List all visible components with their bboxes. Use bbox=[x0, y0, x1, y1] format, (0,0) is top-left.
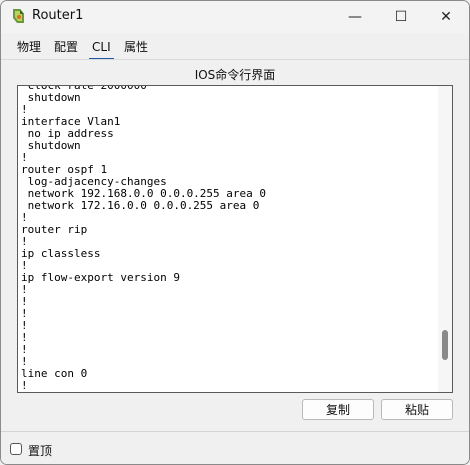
router-window: Router1 — ☐ ✕ 物理 配置 CLI 属性 IOS命令行界面 cloc… bbox=[0, 0, 470, 465]
terminal-line: ! bbox=[21, 283, 28, 296]
router-app-icon bbox=[13, 9, 24, 23]
tab-physical[interactable]: 物理 bbox=[17, 40, 41, 58]
terminal-line: ! bbox=[21, 307, 28, 320]
terminal-line: ! bbox=[21, 343, 28, 356]
terminal-line: ! bbox=[21, 295, 28, 308]
minimize-icon: — bbox=[348, 9, 362, 25]
vertical-scrollbar[interactable] bbox=[438, 86, 452, 392]
title-bar[interactable]: Router1 — ☐ ✕ bbox=[1, 1, 469, 33]
terminal-line: router rip bbox=[21, 223, 88, 236]
close-icon: ✕ bbox=[440, 9, 452, 25]
tab-bar: 物理 配置 CLI 属性 bbox=[1, 37, 469, 60]
footer-bar: 置顶 bbox=[1, 431, 469, 464]
copy-button[interactable]: 复制 bbox=[302, 399, 374, 420]
terminal-text: clock rate 2000000 shutdown! interface Vl… bbox=[21, 86, 266, 392]
close-button[interactable]: ✕ bbox=[423, 1, 469, 33]
paste-button[interactable]: 粘贴 bbox=[381, 399, 453, 420]
terminal-line: ip flow-export version 9 bbox=[21, 271, 180, 284]
tab-cli[interactable]: CLI bbox=[89, 40, 114, 60]
window-title: Router1 bbox=[32, 8, 84, 23]
terminal-line: ! bbox=[21, 319, 28, 332]
maximize-icon: ☐ bbox=[394, 9, 408, 25]
ios-cli-title: IOS命令行界面 bbox=[194, 68, 276, 82]
terminal-line: line con 0 bbox=[21, 367, 88, 380]
pin-checkbox[interactable] bbox=[10, 443, 22, 455]
tab-config[interactable]: 配置 bbox=[54, 40, 78, 58]
terminal-line: network 172.16.0.0 0.0.0.255 area 0 bbox=[21, 199, 260, 212]
terminal-line: ip classless bbox=[21, 247, 101, 260]
terminal-line: ! bbox=[21, 379, 28, 392]
terminal-line: ! bbox=[21, 331, 28, 344]
terminal-output[interactable]: clock rate 2000000 shutdown! interface Vl… bbox=[17, 85, 453, 393]
cli-panel: IOS命令行界面 clock rate 2000000 shutdown! int… bbox=[1, 59, 469, 432]
terminal-line: shutdown bbox=[21, 91, 81, 104]
tab-attributes[interactable]: 属性 bbox=[124, 40, 148, 58]
scrollbar-thumb[interactable] bbox=[442, 330, 448, 360]
maximize-button[interactable]: ☐ bbox=[378, 1, 424, 33]
terminal-line: shutdown bbox=[21, 139, 81, 152]
pin-label: 置顶 bbox=[28, 444, 53, 458]
minimize-button[interactable]: — bbox=[332, 1, 378, 33]
